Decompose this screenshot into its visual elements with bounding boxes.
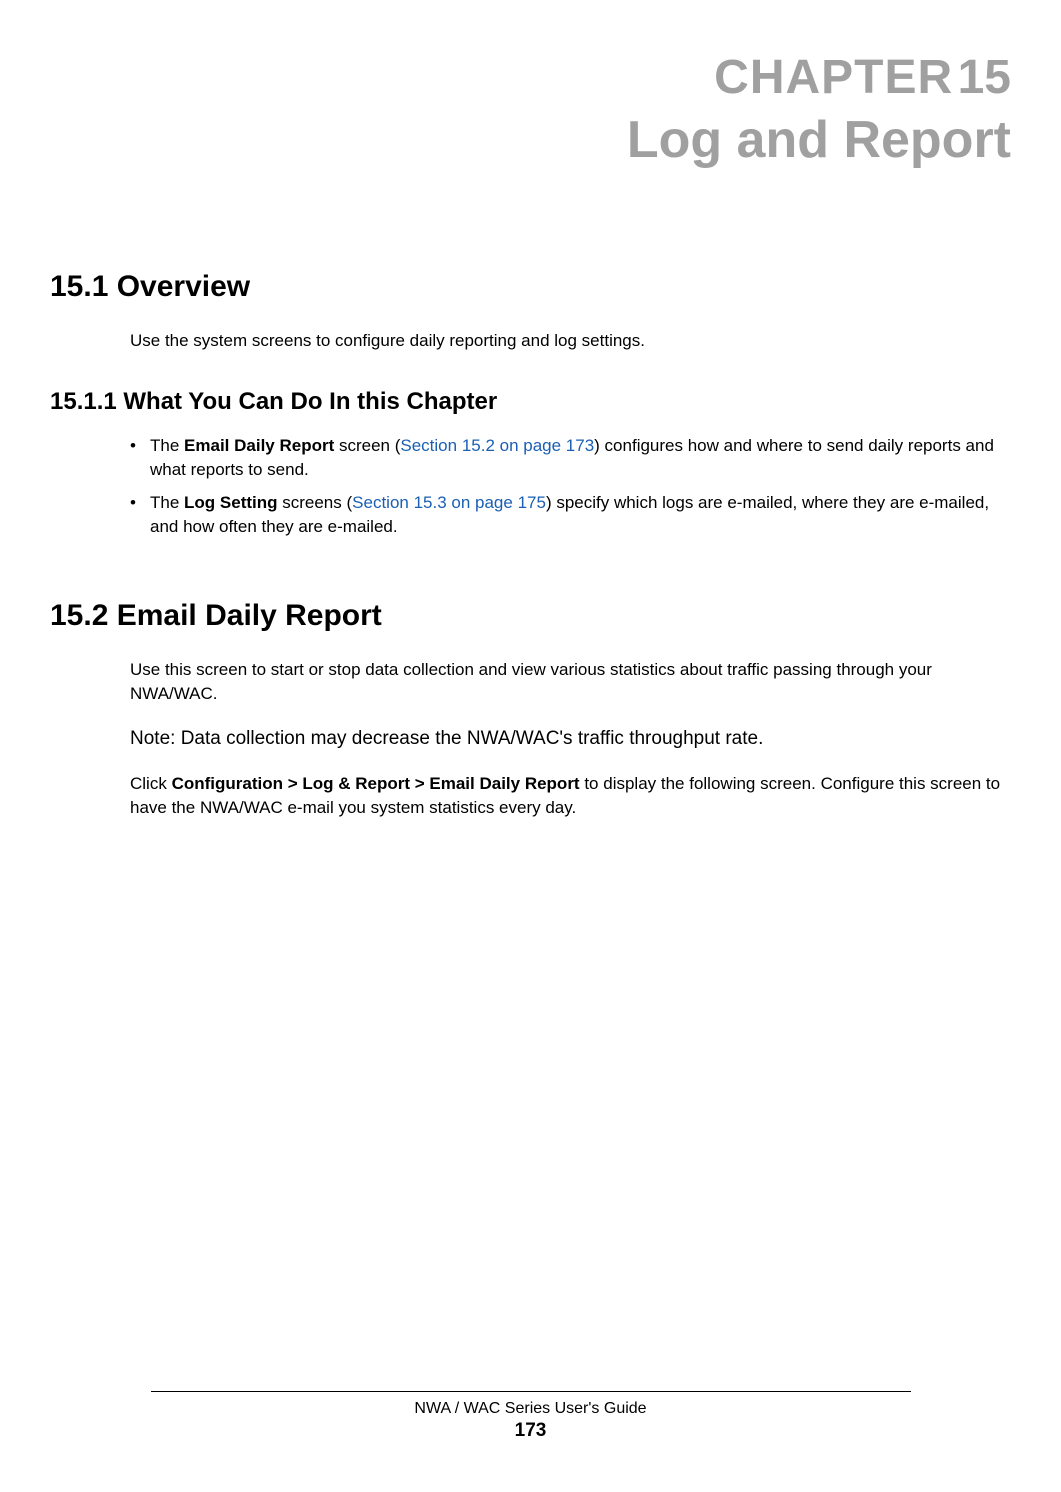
section-15-1-1-heading: 15.1.1 What You Can Do In this Chapter [50,388,1011,416]
bullet1-link[interactable]: Section 15.2 on page 173 [400,436,594,455]
list-item: The Log Setting screens (Section 15.3 on… [130,491,1011,539]
footer-guide-title: NWA / WAC Series User's Guide [0,1400,1061,1418]
section-15-2-note: Note: Data collection may decrease the N… [130,726,1011,753]
body2-bold: Configuration > Log & Report > Email Dai… [172,774,580,793]
section-15-2-heading: 15.2 Email Daily Report [50,599,1011,633]
bullet1-bold: Email Daily Report [184,436,334,455]
page-footer: NWA / WAC Series User's Guide 173 [0,1391,1061,1442]
chapter-label-rest: HAPTER [750,51,953,104]
bullet2-bold: Log Setting [184,493,277,512]
list-item: The Email Daily Report screen (Section 1… [130,434,1011,482]
section-15-2-body2: Click Configuration > Log & Report > Ema… [130,772,1011,820]
bullet2-mid: screens ( [278,493,353,512]
chapter-title: Log and Report [50,110,1011,170]
section-15-1-heading: 15.1 Overview [50,270,1011,304]
footer-divider [151,1391,911,1392]
chapter-number: 15 [958,51,1011,104]
bullet2-link[interactable]: Section 15.3 on page 175 [352,493,546,512]
section-15-1-1-list: The Email Daily Report screen (Section 1… [130,434,1011,539]
body2-pre: Click [130,774,172,793]
footer-page-number: 173 [0,1420,1061,1442]
section-15-1-body: Use the system screens to configure dail… [130,329,1011,353]
section-15-2-body1: Use this screen to start or stop data co… [130,658,1011,706]
chapter-label-prefix: C [714,51,750,104]
chapter-header: CHAPTER 15 Log and Report [50,50,1011,170]
chapter-label-line: CHAPTER 15 [50,50,1011,105]
bullet2-pre: The [150,493,184,512]
bullet1-pre: The [150,436,184,455]
bullet1-mid: screen ( [334,436,400,455]
